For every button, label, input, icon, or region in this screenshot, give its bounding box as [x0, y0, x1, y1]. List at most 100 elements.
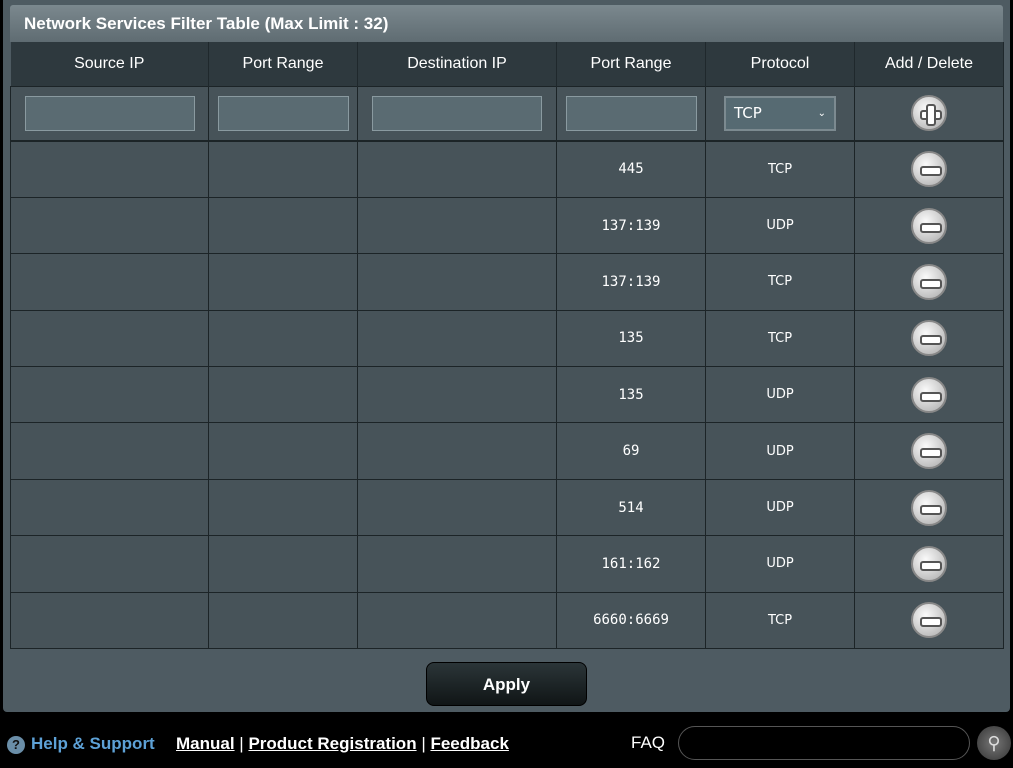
source-ip-cell — [10, 478, 209, 537]
table-row: 161:162 UDP — [10, 535, 1004, 593]
delete-cell — [854, 196, 1004, 255]
source-port-cell — [208, 366, 358, 424]
destination-ip-cell — [357, 535, 557, 593]
footer-links: Manual | Product Registration | Feedback — [176, 734, 509, 754]
delete-cell — [854, 366, 1004, 424]
delete-cell — [854, 309, 1004, 368]
table-row: 137:139 TCP — [10, 253, 1004, 311]
destination-port-cell: 161:162 — [556, 535, 706, 593]
destination-port-cell: 137:139 — [556, 196, 706, 255]
source-port-cell — [208, 309, 358, 368]
apply-button[interactable]: Apply — [426, 662, 587, 706]
delete-icon[interactable] — [911, 376, 947, 413]
destination-port-cell: 137:139 — [556, 253, 706, 311]
chevron-down-icon: ⌄ — [817, 107, 826, 119]
source-ip-input[interactable] — [24, 95, 195, 131]
protocol-cell: UDP — [705, 366, 855, 424]
protocol-cell: TCP — [705, 140, 855, 198]
delete-icon[interactable] — [911, 151, 947, 188]
manual-link[interactable]: Manual — [176, 734, 235, 753]
help-label: Help & Support — [31, 734, 155, 753]
help-icon: ? — [7, 736, 25, 754]
destination-ip-cell — [357, 366, 557, 424]
delete-cell — [854, 422, 1004, 480]
protocol-cell: TCP — [705, 591, 855, 650]
delete-cell — [854, 478, 1004, 537]
destination-port-cell: 514 — [556, 478, 706, 537]
delete-icon[interactable] — [911, 433, 947, 470]
source-ip-cell — [10, 422, 209, 480]
protocol-cell: UDP — [705, 422, 855, 480]
footer: ? Help & Support Manual | Product Registr… — [0, 726, 1013, 760]
protocol-cell: TCP — [705, 309, 855, 368]
protocol-cell: UDP — [705, 535, 855, 593]
table-title: Network Services Filter Table (Max Limit… — [10, 5, 1003, 42]
source-ip-cell — [10, 140, 209, 198]
input-row: TCP ⌄ — [10, 85, 1004, 142]
source-port-cell — [208, 535, 358, 593]
table-row: 137:139 UDP — [10, 196, 1004, 255]
source-port-cell — [208, 422, 358, 480]
faq-search-input[interactable] — [678, 726, 970, 760]
header-add-delete: Add / Delete — [854, 42, 1004, 86]
destination-ip-cell — [357, 422, 557, 480]
header-source-ip: Source IP — [10, 42, 209, 86]
destination-port-cell: 135 — [556, 366, 706, 424]
destination-port-cell: 6660:6669 — [556, 591, 706, 650]
filter-table: Source IP Port Range Destination IP Port… — [10, 42, 1004, 650]
destination-port-input[interactable] — [565, 95, 697, 131]
source-port-input[interactable] — [217, 95, 349, 131]
delete-icon[interactable] — [911, 489, 947, 526]
source-ip-cell — [10, 366, 209, 424]
protocol-cell: UDP — [705, 196, 855, 255]
destination-ip-cell — [357, 478, 557, 537]
protocol-cell: UDP — [705, 478, 855, 537]
header-destination-ip: Destination IP — [357, 42, 557, 86]
help-support-link[interactable]: ? Help & Support — [7, 734, 155, 754]
table-row: 135 TCP — [10, 309, 1004, 368]
source-port-cell — [208, 478, 358, 537]
delete-icon[interactable] — [911, 602, 947, 639]
destination-ip-cell — [357, 140, 557, 198]
table-row: 6660:6669 TCP — [10, 591, 1004, 650]
feedback-link[interactable]: Feedback — [430, 734, 508, 753]
table-row: 135 UDP — [10, 366, 1004, 424]
destination-ip-cell — [357, 309, 557, 368]
faq-label: FAQ — [631, 733, 666, 752]
source-ip-cell — [10, 309, 209, 368]
delete-cell — [854, 253, 1004, 311]
destination-port-cell: 135 — [556, 309, 706, 368]
delete-cell — [854, 140, 1004, 198]
delete-cell — [854, 535, 1004, 593]
delete-icon[interactable] — [911, 263, 947, 300]
table-row: 445 TCP — [10, 140, 1004, 198]
destination-port-cell: 69 — [556, 422, 706, 480]
delete-icon[interactable] — [911, 320, 947, 357]
protocol-cell: TCP — [705, 253, 855, 311]
protocol-select-value: TCP — [734, 104, 762, 123]
add-icon[interactable] — [911, 95, 947, 132]
table-row: 514 UDP — [10, 478, 1004, 537]
header-destination-port-range: Port Range — [556, 42, 706, 86]
product-registration-link[interactable]: Product Registration — [248, 734, 416, 753]
delete-icon[interactable] — [911, 545, 947, 582]
table-row: 69 UDP — [10, 422, 1004, 480]
delete-cell — [854, 591, 1004, 650]
source-port-cell — [208, 591, 358, 650]
delete-icon[interactable] — [911, 207, 947, 244]
destination-ip-input[interactable] — [372, 95, 542, 131]
source-port-cell — [208, 253, 358, 311]
destination-ip-cell — [357, 591, 557, 650]
destination-ip-cell — [357, 253, 557, 311]
source-ip-cell — [10, 196, 209, 255]
separator: | — [421, 734, 426, 753]
search-icon[interactable]: ⚲ — [977, 726, 1011, 760]
header-source-port-range: Port Range — [208, 42, 358, 86]
protocol-select[interactable]: TCP ⌄ — [724, 95, 836, 131]
source-ip-cell — [10, 535, 209, 593]
source-ip-cell — [10, 591, 209, 650]
separator: | — [239, 734, 244, 753]
source-ip-cell — [10, 253, 209, 311]
destination-port-cell: 445 — [556, 140, 706, 198]
source-port-cell — [208, 196, 358, 255]
